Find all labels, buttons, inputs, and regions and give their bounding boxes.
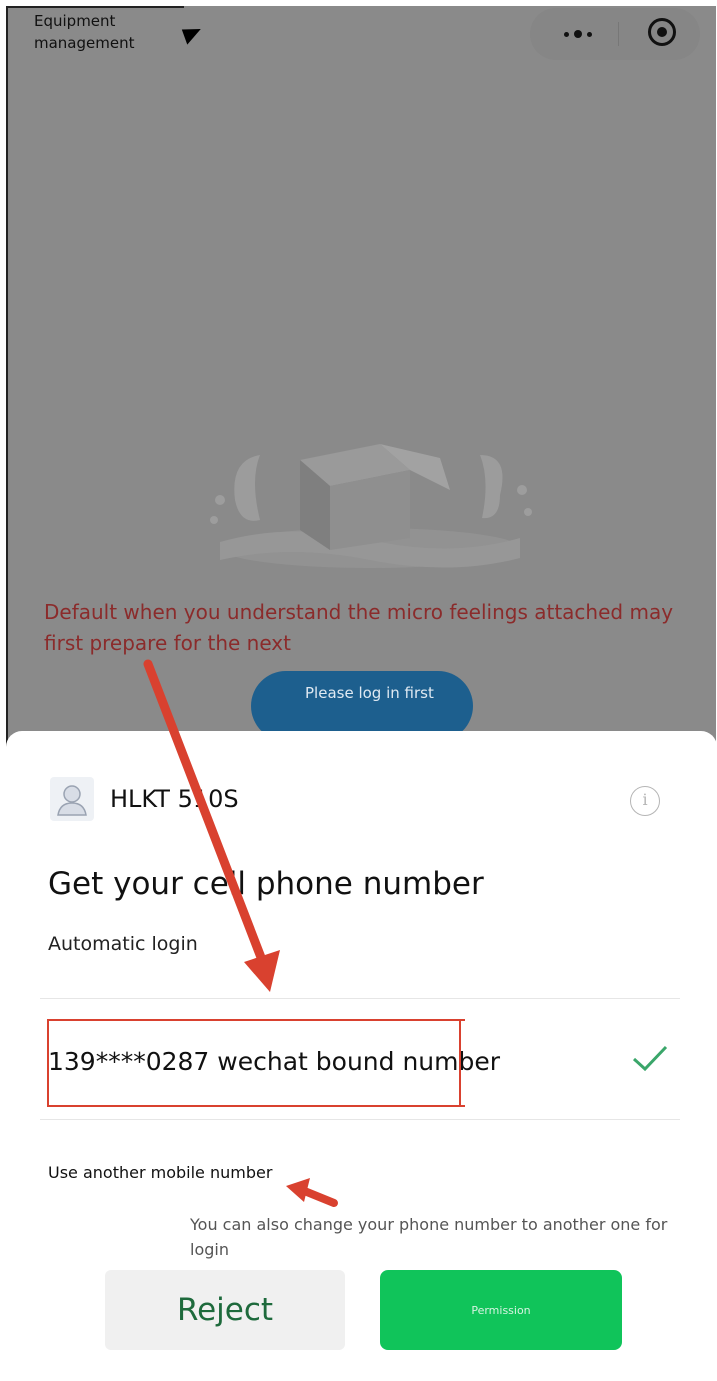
sheet-title: Get your cell phone number bbox=[48, 866, 484, 902]
checkmark-icon bbox=[632, 1045, 668, 1072]
frame-edge-top bbox=[6, 6, 184, 8]
app-name: HLKT 510S bbox=[110, 785, 239, 813]
divider-bottom bbox=[40, 1119, 680, 1120]
highlight-box bbox=[47, 1019, 465, 1107]
annotation-text: Default when you understand the micro fe… bbox=[44, 600, 674, 655]
capsule-divider bbox=[618, 22, 619, 46]
other-number-link[interactable]: Use another mobile number bbox=[48, 1163, 272, 1182]
reject-button[interactable]: Reject bbox=[105, 1270, 345, 1350]
app-avatar bbox=[50, 777, 94, 821]
permission-button[interactable]: Permission bbox=[380, 1270, 622, 1350]
user-avatar-icon bbox=[57, 785, 87, 816]
more-dots-icon[interactable] bbox=[556, 16, 600, 52]
record-circle-icon[interactable] bbox=[648, 18, 676, 46]
open-box-icon bbox=[210, 444, 532, 568]
page-title: Equipment management bbox=[34, 12, 135, 52]
info-icon[interactable]: i bbox=[630, 786, 660, 816]
sheet-subtitle: Automatic login bbox=[48, 933, 198, 955]
hint-text: You can also change your phone number to… bbox=[190, 1215, 668, 1259]
